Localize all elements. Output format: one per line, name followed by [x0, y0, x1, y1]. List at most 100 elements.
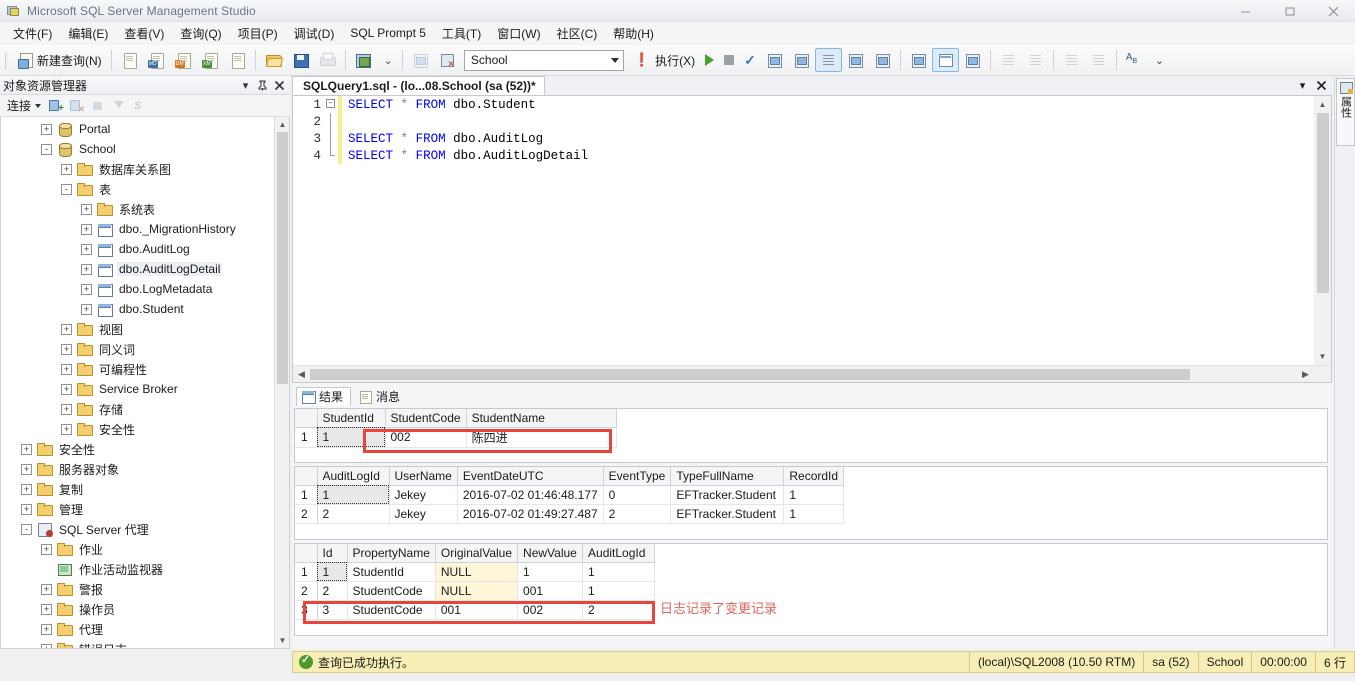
tree-node-22[interactable]: 作业活动监视器 [1, 559, 274, 579]
menu-sql-prompt[interactable]: SQL Prompt 5 [342, 23, 434, 44]
menu-query[interactable]: 查询(Q) [172, 22, 229, 46]
column-header[interactable]: UserName [389, 467, 458, 486]
expand-icon[interactable]: + [21, 503, 32, 515]
close-icon[interactable] [271, 77, 288, 94]
connect-button[interactable]: 连接 [4, 96, 44, 115]
row-number[interactable]: 1 [295, 562, 318, 582]
scroll-up-icon[interactable]: ▲ [1314, 96, 1331, 113]
table-cell[interactable]: EFTracker.Student [670, 504, 785, 524]
expand-icon[interactable]: + [61, 403, 72, 415]
pin-icon[interactable] [254, 77, 271, 94]
object-explorer-scrollbar[interactable]: ▲ ▼ [274, 117, 289, 648]
scrollbar-thumb[interactable] [1317, 113, 1329, 293]
expand-icon[interactable]: + [81, 263, 92, 275]
tree-node-8[interactable]: + dbo.LogMetadata [1, 279, 274, 299]
column-header[interactable]: EventDateUTC [457, 467, 604, 486]
expand-icon[interactable]: + [41, 603, 52, 615]
table-cell[interactable]: 2016-07-02 01:46:48.177 [457, 485, 604, 505]
toolbar-overflow-button[interactable]: ⌄ [377, 48, 398, 72]
stop-button[interactable] [719, 48, 739, 72]
expand-icon[interactable]: + [81, 283, 92, 295]
row-number[interactable]: 1 [295, 427, 318, 448]
tab-messages[interactable]: 消息 [353, 387, 408, 406]
debug-button[interactable] [407, 48, 434, 72]
tree-node-20[interactable]: - SQL Server 代理 [1, 519, 274, 539]
tree-node-5[interactable]: + dbo._MigrationHistory [1, 219, 274, 239]
result-grid-3-table[interactable]: Id PropertyName OriginalValue NewValue Audit… [295, 544, 656, 620]
table-cell[interactable]: 001 [435, 600, 519, 620]
sql-code-area[interactable]: 1– SELECT * FROM dbo.Student 2 3 SELECT * FR… [293, 96, 1314, 365]
save-button[interactable] [287, 48, 314, 72]
column-header[interactable]: StudentName [466, 409, 617, 428]
sql-editor[interactable]: 1– SELECT * FROM dbo.Student 2 3 SELECT * FR… [292, 95, 1332, 383]
expand-icon[interactable]: + [61, 343, 72, 355]
collapse-icon[interactable]: - [41, 143, 52, 155]
row-number[interactable]: 1 [295, 485, 318, 505]
expand-icon[interactable]: + [61, 383, 72, 395]
table-cell[interactable]: 002 [385, 427, 467, 448]
column-header[interactable]: AuditLogId [582, 544, 656, 563]
table-cell[interactable]: 陈四进 [466, 427, 617, 448]
table-cell[interactable]: 1 [582, 562, 656, 582]
tree-node-26[interactable]: + 错误日志 [1, 639, 274, 648]
result-grid-2-table[interactable]: AuditLogId UserName EventDateUTC EventType T… [295, 467, 845, 524]
expand-icon[interactable]: + [41, 623, 52, 635]
scroll-right-icon[interactable]: ▶ [1297, 366, 1314, 383]
expand-icon[interactable]: + [41, 643, 52, 648]
tree-node-11[interactable]: + 同义词 [1, 339, 274, 359]
table-cell[interactable]: NULL [435, 562, 519, 582]
table-cell[interactable]: 1 [517, 562, 584, 582]
tree-node-24[interactable]: + 操作员 [1, 599, 274, 619]
scroll-down-icon[interactable]: ▼ [1314, 348, 1331, 365]
tree-node-3[interactable]: -表 [1, 179, 274, 199]
menu-window[interactable]: 窗口(W) [489, 22, 548, 46]
expand-icon[interactable]: + [81, 203, 92, 215]
grid-corner-cell[interactable] [295, 544, 318, 563]
code-line-3[interactable]: 3 SELECT * FROM dbo.AuditLog [293, 130, 1314, 147]
table-cell[interactable]: 1 [783, 485, 845, 505]
maximize-button[interactable] [1267, 0, 1311, 22]
collapse-icon[interactable]: – [326, 99, 335, 108]
new-sql-ce-query-button[interactable] [224, 48, 251, 72]
table-cell[interactable]: 1 [783, 504, 845, 524]
toolbar-overflow-button-2[interactable]: ⌄ [1148, 48, 1169, 72]
refresh-script-icon[interactable]: S [131, 97, 149, 114]
column-header[interactable]: TypeFullName [670, 467, 785, 486]
table-cell[interactable]: EFTracker.Student [670, 485, 785, 505]
tree-node-13[interactable]: + Service Broker [1, 379, 274, 399]
table-cell[interactable]: 3 [317, 600, 348, 620]
close-button[interactable] [1311, 0, 1355, 22]
table-cell[interactable]: 1 [582, 581, 656, 601]
column-header[interactable]: StudentId [317, 409, 386, 428]
tab-sqlquery1[interactable]: SQLQuery1.sql - (lo...08.School (sa (52)… [292, 76, 545, 95]
tree-node-18[interactable]: + 复制 [1, 479, 274, 499]
include-actual-plan-button[interactable] [905, 48, 932, 72]
chevron-down-icon[interactable]: ▾ [237, 77, 254, 94]
new-query-button[interactable]: 新建查询(N) [12, 48, 107, 72]
execute-button[interactable]: ❗ 执行(X) [627, 48, 700, 72]
grid-corner-cell[interactable] [295, 467, 318, 486]
grid-corner-cell[interactable] [295, 409, 318, 428]
column-header[interactable]: StudentCode [385, 409, 467, 428]
row-number[interactable]: 2 [295, 581, 318, 601]
column-header[interactable]: EventType [603, 467, 672, 486]
comment-button[interactable] [995, 48, 1022, 72]
table-cell[interactable]: 1 [317, 562, 348, 582]
execute-play-button[interactable] [700, 48, 719, 72]
cancel-executing-query-button[interactable] [434, 48, 461, 72]
menu-debug[interactable]: 调试(D) [286, 22, 343, 46]
tree-node-1[interactable]: - School [1, 139, 274, 159]
column-header[interactable]: OriginalValue [435, 544, 519, 563]
menu-community[interactable]: 社区(C) [549, 22, 606, 46]
tree-node-14[interactable]: + 存储 [1, 399, 274, 419]
menu-project[interactable]: 项目(P) [230, 22, 286, 46]
results-to-text-button[interactable] [814, 48, 842, 72]
expand-icon[interactable]: + [41, 583, 52, 595]
table-row[interactable]: 3 3 StudentCode 001 002 2 [295, 600, 656, 620]
scroll-down-icon[interactable]: ▼ [275, 633, 289, 648]
menu-edit[interactable]: 编辑(E) [60, 22, 116, 46]
editor-horizontal-scrollbar[interactable]: ◀ ▶ [293, 365, 1331, 382]
connect-object-explorer-icon[interactable]: + [47, 97, 65, 114]
tree-node-17[interactable]: + 服务器对象 [1, 459, 274, 479]
result-grid-1-table[interactable]: StudentId StudentCode StudentName 1 1 002 陈四进 [295, 409, 617, 448]
